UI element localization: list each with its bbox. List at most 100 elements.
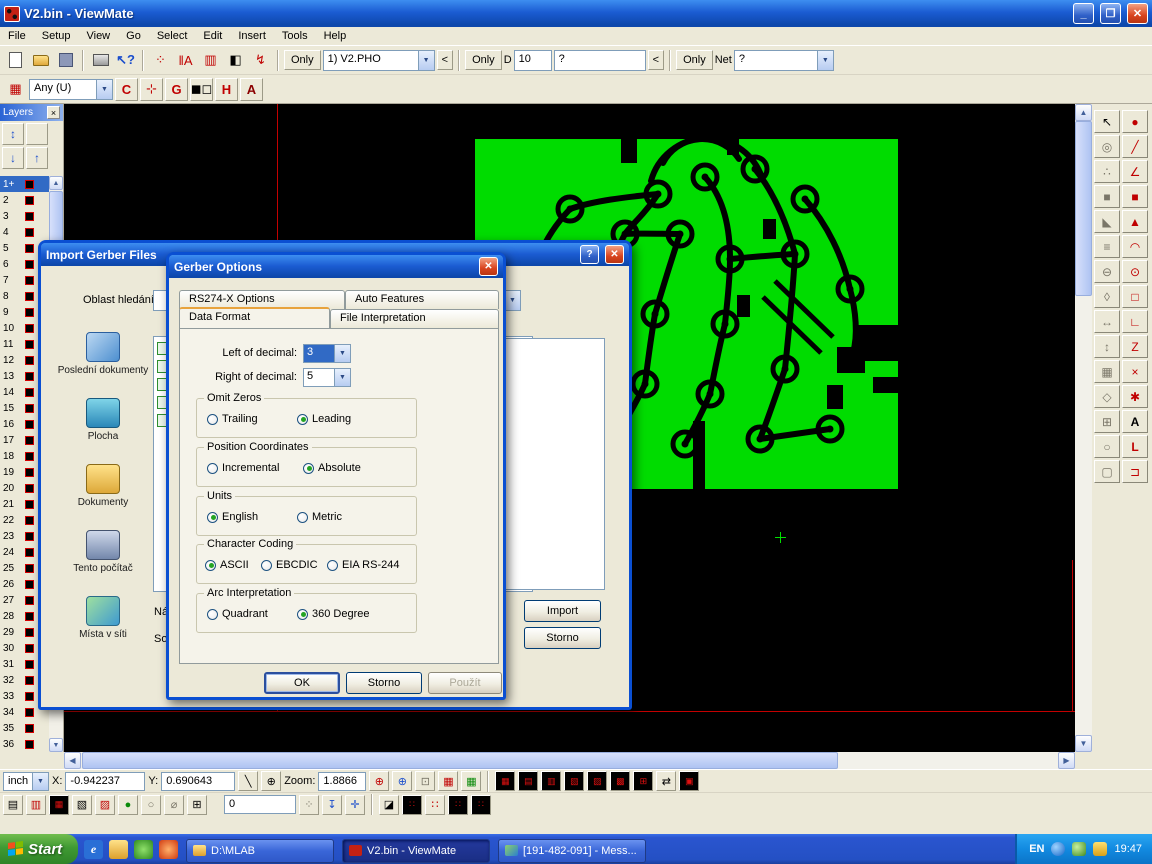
grid-red-icon[interactable]: ▦ (438, 771, 458, 791)
radio-ascii[interactable]: ASCII (205, 559, 249, 571)
save-icon[interactable] (54, 49, 77, 72)
select-cursor-icon[interactable]: ↖ (1094, 110, 1120, 133)
update-tray-icon[interactable] (1093, 842, 1107, 856)
zoom-in-icon[interactable]: ⊕ (369, 771, 389, 791)
red-dots-2-icon[interactable]: ∷ (425, 795, 445, 815)
radio-quadrant[interactable]: Quadrant (207, 608, 268, 620)
chevron-down-icon[interactable]: ▼ (334, 369, 350, 386)
vscroll-thumb[interactable] (1075, 121, 1092, 296)
draw-pad-icon[interactable]: ● (1122, 110, 1148, 133)
menu-file[interactable]: File (0, 28, 34, 44)
gerber-cancel-button[interactable]: Storno (346, 672, 422, 694)
dcode-swap-icon[interactable]: ⇄ (656, 771, 676, 791)
apply-button[interactable]: Použít (428, 672, 502, 694)
layer-color-swatch[interactable] (25, 532, 34, 541)
place-network[interactable]: Místa v síti (55, 596, 151, 640)
scroll-up-icon[interactable]: ▲ (1075, 104, 1092, 121)
clock[interactable]: 19:47 (1114, 843, 1142, 855)
layer-color-swatch[interactable] (25, 212, 34, 221)
red-dots-3-icon[interactable]: ∷ (448, 795, 468, 815)
tab-auto-features[interactable]: Auto Features (345, 290, 499, 309)
canvas-vscrollbar[interactable]: ▲ ▼ (1075, 104, 1092, 752)
target-icon[interactable]: ◎ (1094, 135, 1120, 158)
layer-row[interactable]: 3 (0, 208, 50, 224)
selection-frame-icon[interactable]: ⁘ (149, 49, 172, 72)
dcode-view-4-icon[interactable]: ▧ (564, 771, 584, 791)
align-icon[interactable]: ✛ (345, 795, 365, 815)
draw-circle-pad-icon[interactable]: ⊙ (1122, 260, 1148, 283)
square-outline-icon[interactable]: ▢ (1094, 460, 1120, 483)
layer-color-swatch[interactable] (25, 372, 34, 381)
origin-target-icon[interactable]: ⊕ (261, 771, 281, 791)
aperture-h-icon[interactable]: H (215, 78, 238, 101)
radio-absolute[interactable]: Absolute (303, 462, 361, 474)
layer-color-swatch[interactable] (25, 612, 34, 621)
layer-pattern-3-icon[interactable]: ▦ (49, 795, 69, 815)
layer-pattern-4-icon[interactable]: ▧ (72, 795, 92, 815)
aperture-a-icon[interactable]: A (240, 78, 263, 101)
menu-select[interactable]: Select (149, 28, 196, 44)
layer-color-swatch[interactable] (25, 404, 34, 413)
radio-trailing[interactable]: Trailing (207, 413, 258, 425)
layer-color-swatch[interactable] (25, 436, 34, 445)
close-icon[interactable]: ✕ (479, 257, 498, 276)
snap-grid-icon[interactable]: ⊞ (187, 795, 207, 815)
folder-quicklaunch-icon[interactable] (109, 840, 128, 859)
layer-color-swatch[interactable] (25, 548, 34, 557)
draw-rect-outline-icon[interactable]: □ (1122, 285, 1148, 308)
menu-view[interactable]: View (78, 28, 118, 44)
layer-row[interactable]: 2 (0, 192, 50, 208)
layer-combo[interactable]: 1) V2.PHO ▼ (323, 50, 435, 71)
star-tool-icon[interactable]: ✱ (1122, 385, 1148, 408)
chevron-down-icon[interactable]: ▼ (504, 291, 520, 310)
pads-view-icon[interactable]: ◧ (224, 49, 247, 72)
place-recent[interactable]: Poslední dokumenty (55, 332, 151, 376)
layer-color-swatch[interactable] (25, 660, 34, 669)
diamond-icon[interactable]: ◇ (1094, 385, 1120, 408)
menu-help[interactable]: Help (316, 28, 355, 44)
menu-go[interactable]: Go (118, 28, 149, 44)
only-net-toggle[interactable]: Only (676, 50, 713, 70)
place-computer[interactable]: Tento počítač (55, 530, 151, 574)
left-of-decimal-combo[interactable]: 3 ▼ (303, 344, 351, 363)
draw-arc-icon[interactable]: ◠ (1122, 235, 1148, 258)
ok-button[interactable]: OK (264, 672, 340, 694)
draw-corner-icon[interactable]: ∟ (1122, 310, 1148, 333)
dcode-query-input[interactable]: ? (554, 50, 646, 71)
layer-color-swatch[interactable] (25, 260, 34, 269)
task-messenger[interactable]: [191-482-091] - Mess... (498, 839, 646, 863)
layer-pattern-5-icon[interactable]: ▨ (95, 795, 115, 815)
context-help-icon[interactable]: ↖? (114, 49, 137, 72)
aperture-grid-icon[interactable]: ▦ (4, 78, 27, 101)
layer-color-swatch[interactable] (25, 292, 34, 301)
zoom-field[interactable]: 1.8866 (318, 772, 366, 791)
import-button[interactable]: Import (524, 600, 601, 622)
dcode-input[interactable]: 10 (514, 50, 552, 71)
fill-square-icon[interactable]: ■ (1094, 185, 1120, 208)
layer-color-swatch[interactable] (25, 468, 34, 477)
radio-leading[interactable]: Leading (297, 413, 351, 425)
move-horizontal-icon[interactable]: ↔ (1094, 310, 1120, 333)
measure-diagonal-icon[interactable]: ╲ (238, 771, 258, 791)
pattern-split-icon[interactable]: ◪ (379, 795, 399, 815)
move-vertical-icon[interactable]: ↕ (1094, 335, 1120, 358)
draw-square-icon[interactable]: ■ (1122, 185, 1148, 208)
layer-color-swatch[interactable] (25, 564, 34, 573)
layer-row[interactable]: 1+ (0, 176, 50, 192)
chevron-down-icon[interactable]: ▼ (32, 773, 48, 790)
minimize-button[interactable]: _ (1073, 3, 1094, 24)
dcode-view-2-icon[interactable]: ▤ (518, 771, 538, 791)
green-app-icon[interactable] (134, 840, 153, 859)
active-dcode-field[interactable]: 0 (224, 795, 296, 814)
scroll-right-icon[interactable]: ▶ (1058, 752, 1075, 769)
layer-blank-icon[interactable] (26, 123, 48, 145)
units-combo[interactable]: inch ▼ (3, 772, 49, 791)
canvas-hscrollbar[interactable]: ◀ ▶ (64, 752, 1075, 769)
layer-color-swatch[interactable] (25, 484, 34, 493)
network-tray-icon[interactable] (1051, 842, 1065, 856)
add-grid-icon[interactable]: ⊞ (1094, 410, 1120, 433)
layer-color-swatch[interactable] (25, 692, 34, 701)
dcode-view-7-icon[interactable]: ⊞ (633, 771, 653, 791)
place-desktop[interactable]: Plocha (55, 398, 151, 442)
task-viewmate[interactable]: V2.bin - ViewMate (342, 839, 490, 863)
